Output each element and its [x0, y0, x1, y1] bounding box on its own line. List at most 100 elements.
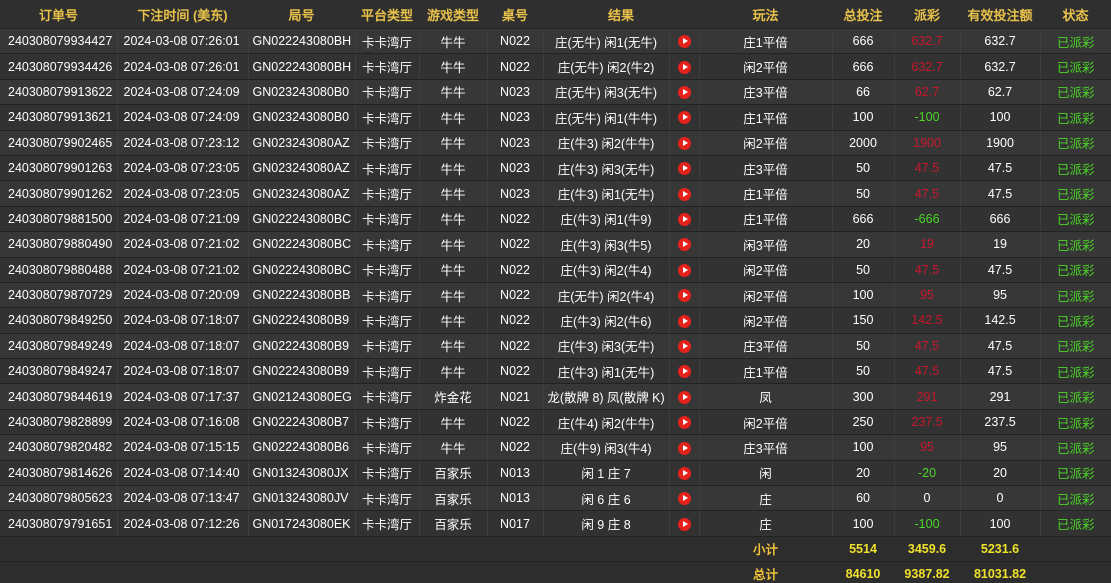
valid-bet: 632.7 [960, 28, 1041, 55]
game-type: 牛牛 [419, 206, 488, 233]
play-icon[interactable] [677, 339, 691, 353]
platform-type: 卡卡湾厅 [355, 409, 420, 436]
payout: 632.7 [894, 28, 961, 55]
replay-cell[interactable] [669, 231, 700, 258]
order-number[interactable]: 240308079849249 [0, 333, 118, 360]
order-number[interactable]: 240308079870729 [0, 282, 118, 309]
play-icon[interactable] [677, 416, 691, 430]
order-number[interactable]: 240308079934426 [0, 53, 118, 80]
replay-cell[interactable] [669, 409, 700, 436]
platform-type: 卡卡湾厅 [355, 358, 420, 385]
round-number: GN022243080BC [248, 257, 356, 283]
replay-cell[interactable] [669, 180, 700, 207]
order-number[interactable]: 240308079913621 [0, 104, 118, 131]
play-icon[interactable] [677, 162, 691, 176]
order-number[interactable]: 240308079805623 [0, 485, 118, 512]
order-number[interactable]: 240308079934427 [0, 28, 118, 55]
order-number[interactable]: 240308079844619 [0, 383, 118, 410]
bet-time: 2024-03-08 07:21:02 [117, 257, 249, 283]
valid-bet: 19 [960, 231, 1041, 258]
order-number[interactable]: 240308079849247 [0, 358, 118, 385]
replay-cell[interactable] [669, 383, 700, 410]
play-type: 闲2平倍 [699, 307, 833, 334]
replay-cell[interactable] [669, 79, 700, 106]
col-header-payout: 派彩 [894, 0, 961, 29]
order-number[interactable]: 240308079901263 [0, 155, 118, 182]
table-row: 240308079902465 2024-03-08 07:23:12 GN0232… [0, 130, 1111, 156]
replay-cell[interactable] [669, 485, 700, 512]
game-type: 牛牛 [419, 155, 488, 182]
replay-cell[interactable] [669, 104, 700, 131]
order-number[interactable]: 240308079902465 [0, 130, 118, 156]
round-number: GN013243080JX [248, 460, 356, 487]
platform-type: 卡卡湾厅 [355, 53, 420, 80]
total-bet: 666 [832, 53, 895, 80]
play-icon[interactable] [677, 314, 691, 328]
col-header-status: 状态 [1040, 0, 1111, 29]
valid-bet: 291 [960, 383, 1041, 410]
play-icon[interactable] [677, 86, 691, 100]
play-icon[interactable] [677, 136, 691, 150]
order-number[interactable]: 240308079913622 [0, 79, 118, 106]
total-bet: 100 [832, 104, 895, 131]
play-type: 庄3平倍 [699, 155, 833, 182]
play-icon[interactable] [677, 517, 691, 531]
bet-records-panel: 订单号 下注时间 (美东) 局号 平台类型 游戏类型 桌号 结果 玩法 总投注 … [0, 0, 1111, 583]
order-number[interactable]: 240308079820482 [0, 434, 118, 461]
play-icon[interactable] [677, 187, 691, 201]
replay-cell[interactable] [669, 53, 700, 80]
play-icon[interactable] [677, 492, 691, 506]
status-badge: 已派彩 [1040, 206, 1111, 233]
game-type: 牛牛 [419, 358, 488, 385]
play-icon[interactable] [677, 466, 691, 480]
replay-cell[interactable] [669, 282, 700, 309]
play-icon[interactable] [677, 365, 691, 379]
valid-bet: 100 [960, 104, 1041, 131]
status-badge: 已派彩 [1040, 282, 1111, 309]
play-icon[interactable] [677, 35, 691, 49]
total-row: 总计 84610 9387.82 81031.82 [0, 561, 1111, 583]
replay-cell[interactable] [669, 307, 700, 334]
play-icon[interactable] [677, 213, 691, 227]
play-icon[interactable] [677, 390, 691, 404]
replay-cell[interactable] [669, 333, 700, 360]
col-header-game: 游戏类型 [419, 0, 487, 29]
play-icon[interactable] [677, 289, 691, 303]
play-icon[interactable] [677, 111, 691, 125]
order-number[interactable]: 240308079901262 [0, 180, 118, 207]
replay-cell[interactable] [669, 510, 700, 537]
play-icon[interactable] [677, 441, 691, 455]
order-number[interactable]: 240308079881500 [0, 206, 118, 233]
replay-cell[interactable] [669, 358, 700, 385]
replay-cell[interactable] [669, 434, 700, 461]
table-header-row: 订单号 下注时间 (美东) 局号 平台类型 游戏类型 桌号 结果 玩法 总投注 … [0, 0, 1111, 29]
play-type: 闲2平倍 [699, 53, 833, 80]
play-icon[interactable] [677, 238, 691, 252]
table-row: 240308079881500 2024-03-08 07:21:09 GN0222… [0, 206, 1111, 233]
total-bet: 50 [832, 333, 895, 360]
order-number[interactable]: 240308079814626 [0, 460, 118, 487]
bet-rows: 240308079934427 2024-03-08 07:26:01 GN0222… [0, 28, 1111, 537]
replay-cell[interactable] [669, 155, 700, 182]
valid-bet: 47.5 [960, 155, 1041, 182]
replay-cell[interactable] [669, 206, 700, 233]
platform-type: 卡卡湾厅 [355, 231, 420, 258]
replay-cell[interactable] [669, 460, 700, 487]
total-bet: 50 [832, 358, 895, 385]
order-number[interactable]: 240308079880490 [0, 231, 118, 258]
order-number[interactable]: 240308079849250 [0, 307, 118, 334]
total-bet: 666 [832, 206, 895, 233]
play-icon[interactable] [677, 60, 691, 74]
round-number: GN017243080EK [248, 510, 356, 537]
payout: 632.7 [894, 53, 961, 80]
replay-cell[interactable] [669, 257, 700, 283]
order-number[interactable]: 240308079791651 [0, 510, 118, 537]
col-header-time: 下注时间 (美东) [117, 0, 248, 29]
order-number[interactable]: 240308079880488 [0, 257, 118, 283]
play-icon[interactable] [677, 263, 691, 277]
status-badge: 已派彩 [1040, 434, 1111, 461]
bet-time: 2024-03-08 07:24:09 [117, 104, 249, 131]
replay-cell[interactable] [669, 130, 700, 156]
replay-cell[interactable] [669, 28, 700, 55]
order-number[interactable]: 240308079828899 [0, 409, 118, 436]
